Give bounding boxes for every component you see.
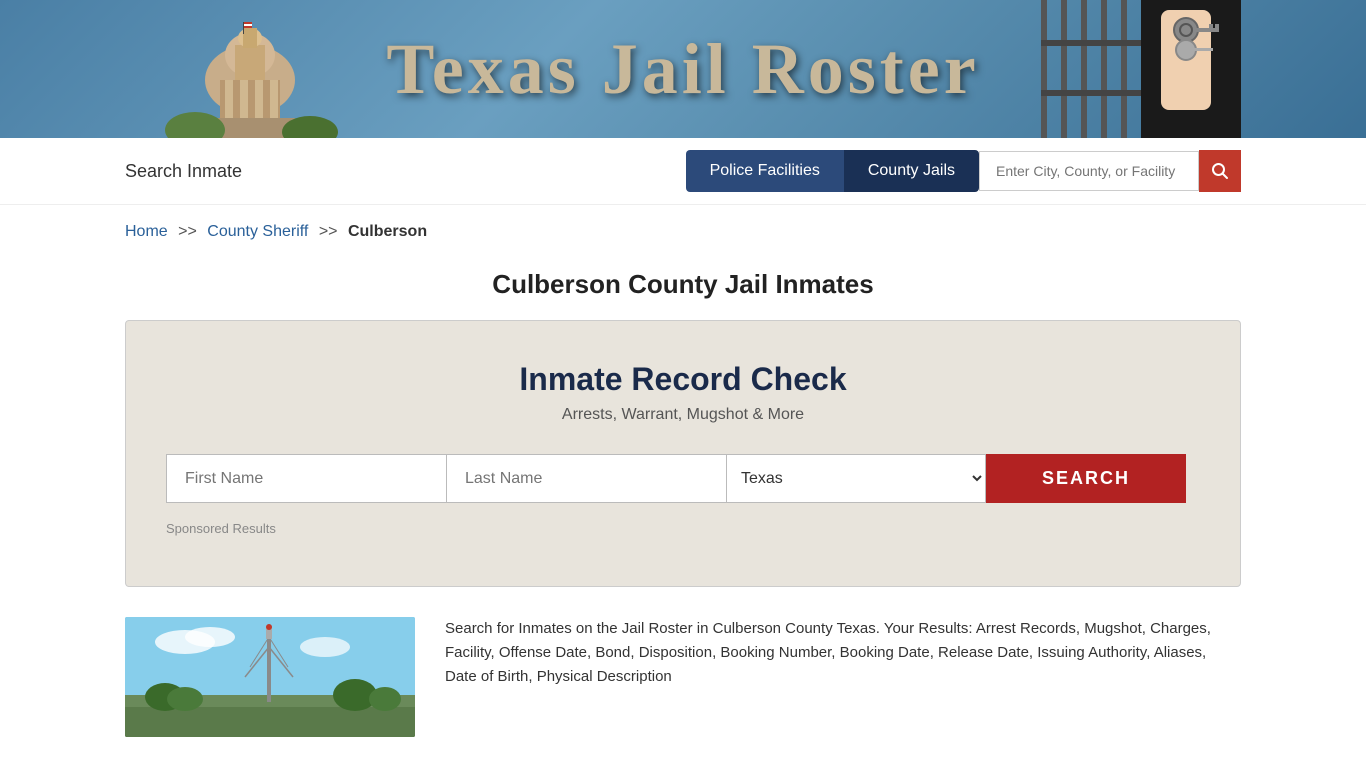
page-title: Culberson County Jail Inmates: [0, 269, 1366, 300]
police-facilities-button[interactable]: Police Facilities: [686, 150, 844, 192]
location-image: [125, 617, 415, 737]
breadcrumb-county-sheriff[interactable]: County Sheriff: [207, 223, 308, 240]
sponsored-label: Sponsored Results: [166, 521, 1200, 536]
breadcrumb-current: Culberson: [348, 223, 427, 240]
inmate-search-button[interactable]: SEARCH: [986, 454, 1186, 503]
site-title: Texas Jail Roster: [386, 28, 979, 111]
bottom-section: Search for Inmates on the Jail Roster in…: [125, 617, 1241, 737]
last-name-input[interactable]: [446, 454, 726, 503]
page-title-area: Culberson County Jail Inmates: [0, 259, 1366, 320]
record-check-title: Inmate Record Check: [166, 361, 1200, 398]
search-icon: [1211, 162, 1229, 180]
record-check-box: Inmate Record Check Arrests, Warrant, Mu…: [125, 320, 1241, 587]
nav-bar: Search Inmate Police Facilities County J…: [0, 138, 1366, 205]
keys-image: [1041, 0, 1241, 138]
bottom-description: Search for Inmates on the Jail Roster in…: [445, 617, 1241, 689]
breadcrumb-sep2: >>: [319, 223, 338, 240]
facility-search-input[interactable]: [979, 151, 1199, 191]
breadcrumb-home[interactable]: Home: [125, 223, 168, 240]
capitol-image: [125, 0, 375, 138]
breadcrumb-sep1: >>: [178, 223, 197, 240]
record-check-subtitle: Arrests, Warrant, Mugshot & More: [166, 406, 1200, 424]
first-name-input[interactable]: [166, 454, 446, 503]
search-inmate-label: Search Inmate: [125, 161, 242, 182]
header-banner: Texas Jail Roster: [0, 0, 1366, 138]
search-form-row: AlabamaAlaskaArizonaArkansasCaliforniaCo…: [166, 454, 1200, 503]
state-select[interactable]: AlabamaAlaskaArizonaArkansasCaliforniaCo…: [726, 454, 986, 503]
county-jails-button[interactable]: County Jails: [844, 150, 979, 192]
breadcrumb: Home >> County Sheriff >> Culberson: [0, 205, 1366, 259]
facility-search-button[interactable]: [1199, 150, 1241, 192]
nav-right: Police Facilities County Jails: [686, 150, 1241, 192]
